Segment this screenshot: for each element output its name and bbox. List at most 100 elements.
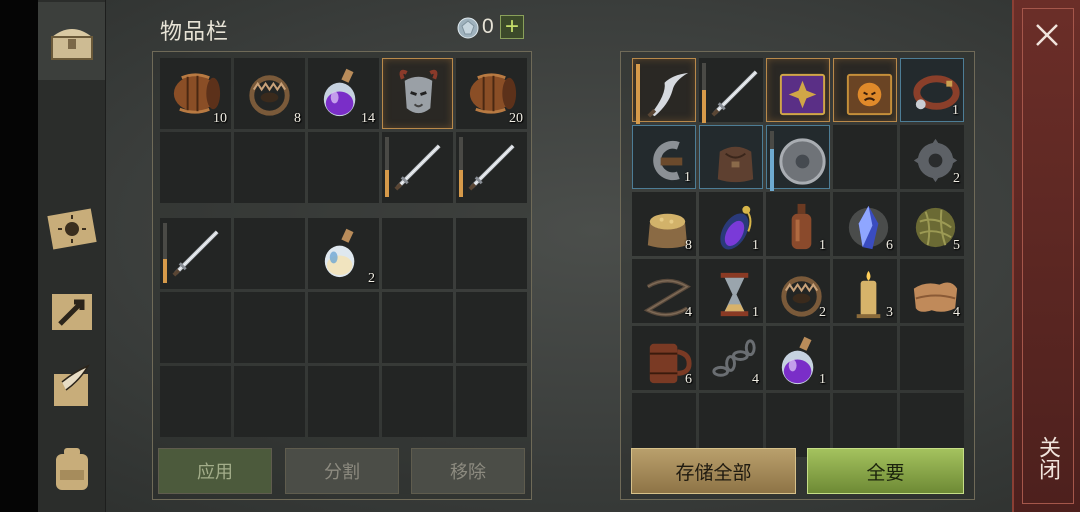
storage-slot[interactable]: 4	[900, 259, 964, 323]
storage-slot[interactable]: 5	[900, 192, 964, 256]
inventory-slot[interactable]: 8	[234, 58, 305, 129]
backpack-slot[interactable]	[234, 292, 305, 363]
storage-slot[interactable]: 1	[766, 326, 830, 390]
item-quantity: 2	[368, 271, 375, 286]
storage-slot[interactable]	[833, 125, 897, 189]
durability-bar	[636, 64, 640, 124]
item-quantity: 2	[819, 305, 826, 320]
item-quantity: 1	[752, 238, 759, 253]
screen-edge	[0, 0, 38, 512]
storage-slot[interactable]: 6	[632, 326, 696, 390]
inventory-grid: 10 8 14 20	[160, 58, 527, 203]
close-panel-frame	[1022, 8, 1074, 504]
purple-tome-icon	[779, 73, 826, 116]
storage-slot[interactable]	[766, 58, 830, 122]
gem-icon	[457, 17, 479, 39]
backpack-slot[interactable]	[308, 366, 379, 437]
close-label[interactable]: 关闭	[1030, 436, 1064, 480]
tab-map-arrow[interactable]	[38, 280, 105, 344]
tab-scroll-quill[interactable]	[38, 356, 105, 420]
item-quantity: 8	[294, 111, 301, 126]
storage-slot[interactable]	[766, 125, 830, 191]
item-quantity: 1	[819, 238, 826, 253]
take-all-button[interactable]: 全要	[807, 448, 964, 494]
inventory-slot[interactable]: 14	[308, 58, 379, 129]
item-quantity: 14	[361, 111, 375, 126]
horned-helmet-icon	[399, 69, 438, 114]
curved-blade-icon	[647, 72, 689, 118]
durability-bar	[459, 137, 463, 197]
storage-slot[interactable]: 6	[833, 192, 897, 256]
storage-slot[interactable]: 1	[699, 192, 763, 256]
bear-trap-icon	[249, 75, 290, 116]
mask-book-icon	[846, 73, 893, 116]
storage-slot[interactable]	[699, 58, 763, 123]
potion-icon	[324, 228, 355, 278]
inventory-slot[interactable]	[160, 132, 231, 203]
split-button[interactable]: 分割	[285, 448, 399, 494]
item-quantity: 10	[213, 111, 227, 126]
scroll-quill-icon	[53, 364, 90, 406]
sun-book-icon	[46, 208, 97, 250]
backpack-grid: 2	[160, 218, 527, 437]
storage-slot[interactable]: 1	[632, 125, 696, 189]
backpack-slot[interactable]	[308, 292, 379, 363]
inventory-slot[interactable]	[234, 132, 305, 203]
storage-slot[interactable]	[833, 58, 897, 122]
storage-slot[interactable]: 2	[900, 125, 964, 189]
backpack-slot[interactable]	[160, 366, 231, 437]
item-quantity: 6	[886, 238, 893, 253]
storage-slot[interactable]: 1	[900, 58, 964, 122]
tab-sun-book[interactable]	[38, 196, 105, 260]
remove-button[interactable]: 移除	[411, 448, 525, 494]
inventory-slot[interactable]	[382, 58, 453, 129]
apply-button[interactable]: 应用	[158, 448, 272, 494]
backpack-slot[interactable]: 2	[308, 218, 379, 289]
sword-icon	[172, 230, 219, 277]
backpack-slot[interactable]	[234, 218, 305, 289]
storage-slot[interactable]	[632, 58, 696, 124]
backpack-slot[interactable]	[456, 218, 527, 289]
storage-slot[interactable]	[833, 326, 897, 390]
durability-bar	[702, 63, 706, 123]
inventory-slot[interactable]	[382, 132, 453, 203]
backpack-slot[interactable]	[456, 292, 527, 363]
add-gems-button[interactable]: +	[500, 15, 524, 39]
sword-icon	[394, 144, 441, 191]
tab-backpack[interactable]	[38, 436, 105, 500]
chest-icon	[50, 29, 93, 60]
storage-slot[interactable]	[900, 326, 964, 390]
backpack-slot[interactable]	[382, 366, 453, 437]
storage-slot[interactable]: 4	[632, 259, 696, 323]
storage-slot[interactable]	[699, 125, 763, 189]
storage-slot[interactable]: 8	[632, 192, 696, 256]
storage-slot[interactable]: 2	[766, 259, 830, 323]
backpack-slot[interactable]	[382, 292, 453, 363]
round-shield-icon	[779, 138, 826, 185]
item-quantity: 1	[819, 372, 826, 387]
storage-slot[interactable]: 1	[766, 192, 830, 256]
store-all-button[interactable]: 存储全部	[631, 448, 796, 494]
backpack-slot[interactable]	[382, 218, 453, 289]
inventory-slot[interactable]: 20	[456, 58, 527, 129]
tab-chest[interactable]	[38, 2, 105, 80]
item-quantity: 6	[685, 372, 692, 387]
durability-bar	[163, 223, 167, 283]
close-icon[interactable]	[1030, 18, 1064, 52]
backpack-slot[interactable]	[234, 366, 305, 437]
storage-slot[interactable]: 4	[699, 326, 763, 390]
map-arrow-icon	[51, 294, 92, 330]
backpack-slot[interactable]	[456, 366, 527, 437]
leather-bag-icon	[717, 146, 754, 183]
inventory-slot[interactable]: 10	[160, 58, 231, 129]
inventory-slot[interactable]	[456, 132, 527, 203]
page-title: 物品栏	[160, 19, 230, 44]
item-quantity: 1	[684, 170, 691, 185]
item-quantity: 1	[952, 103, 959, 118]
storage-slot[interactable]: 1	[699, 259, 763, 323]
storage-slot[interactable]: 3	[833, 259, 897, 323]
backpack-slot[interactable]	[160, 218, 231, 289]
storage-grid: 1 1 2 8 1 1 6 5 4 1 2 3 4 6 4 1	[632, 58, 964, 457]
inventory-slot[interactable]	[308, 132, 379, 203]
backpack-slot[interactable]	[160, 292, 231, 363]
